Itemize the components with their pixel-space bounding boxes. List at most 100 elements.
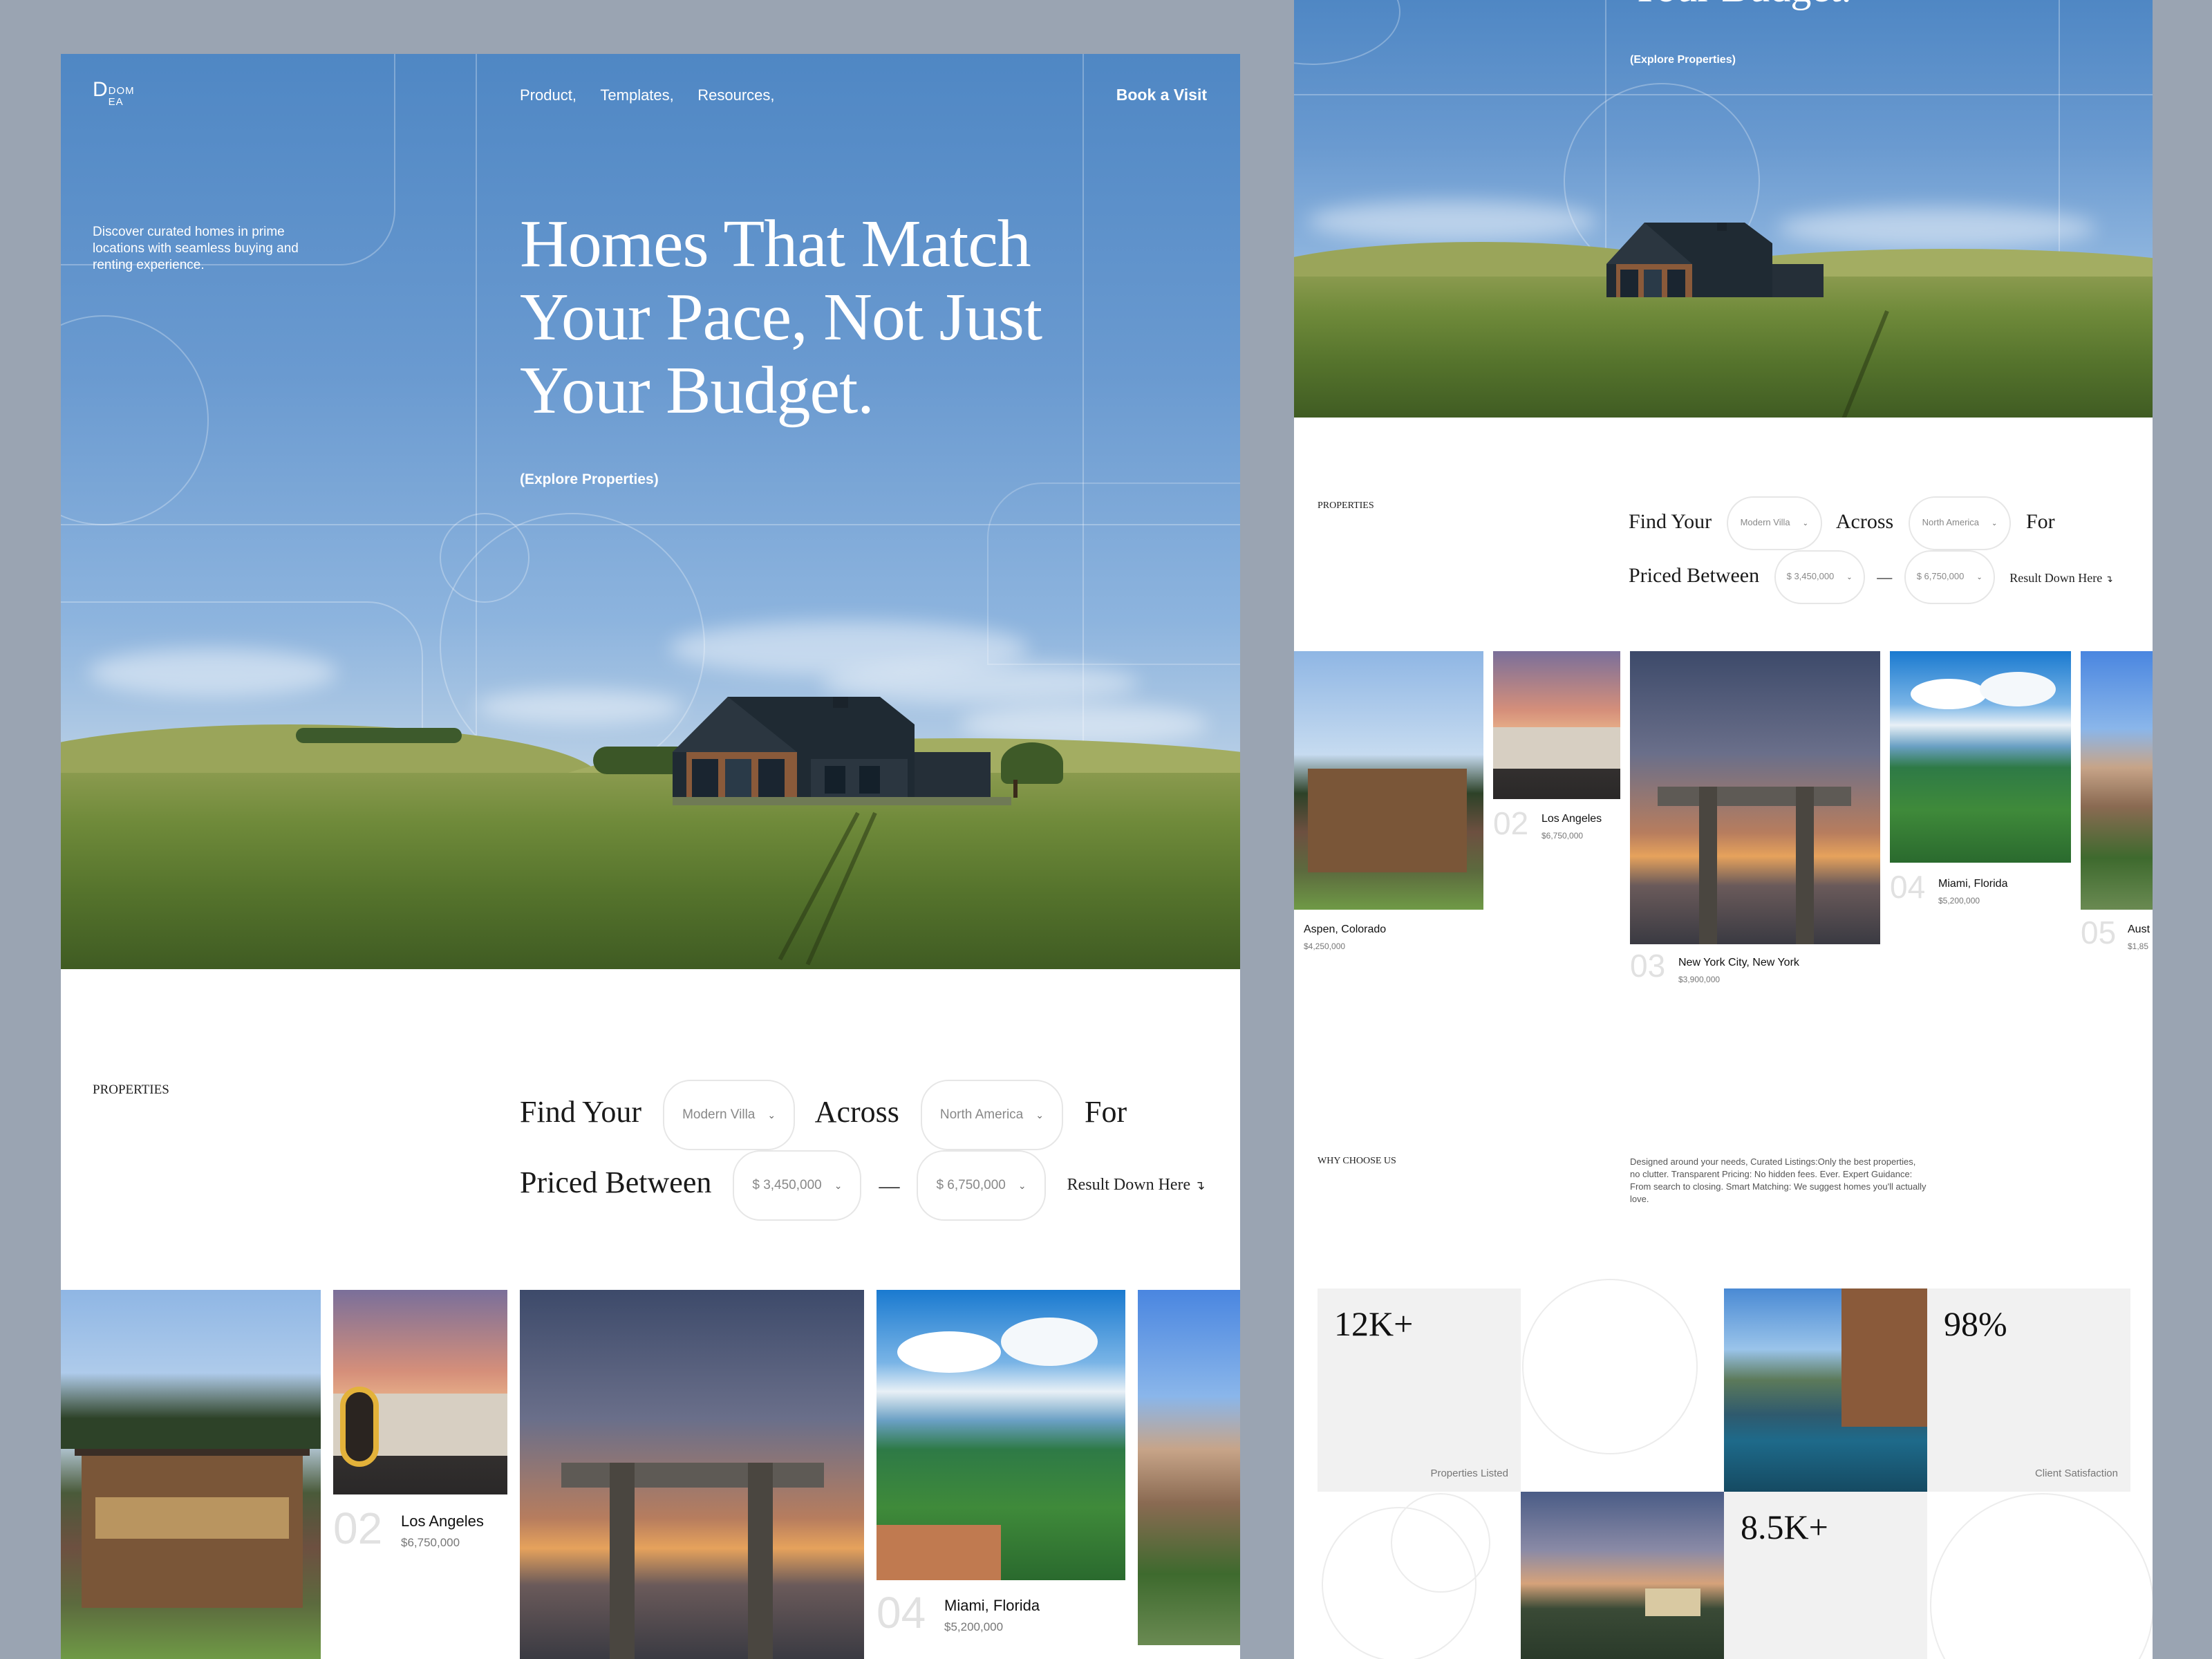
section-label-properties: PROPERTIES [1318, 500, 1374, 511]
listing-city: Los Angeles [1541, 813, 1602, 825]
brand-logo[interactable]: D DOM EA [93, 79, 135, 108]
stat-properties-listed: 12K+ Properties Listed [1318, 1288, 1521, 1492]
min-price-value: $ 3,450,000 [752, 1178, 822, 1192]
property-search-sentence: Find Your Modern Villa ⌄ Across North Ame… [1629, 496, 2140, 604]
hero-section: D DOM EA Product, Templates, Resources, … [61, 54, 1240, 969]
chevron-down-icon: ⌄ [1991, 520, 1998, 527]
listing-city: New York City, New York [1678, 957, 1799, 968]
chevron-down-icon: ⌄ [834, 1180, 843, 1191]
listing-city: Los Angeles [401, 1512, 484, 1530]
listing-price: $3,900,000 [1678, 975, 1721, 984]
section-label-why: WHY CHOOSE US [1318, 1156, 1396, 1166]
stat-value: 8.5K+ [1741, 1508, 1828, 1546]
listing-photo-austin[interactable] [1138, 1290, 1240, 1645]
main-nav: Product, Templates, Resources, [520, 86, 796, 104]
logo-text-bottom: EA [108, 96, 124, 108]
listing-number: 04 [1890, 869, 1926, 905]
stat-label: Client Satisfaction [2034, 1468, 2118, 1479]
explore-properties-link[interactable]: (Explore Properties) [520, 471, 659, 488]
listing-price: $6,750,000 [401, 1536, 460, 1549]
listing-city: Miami, Florida [944, 1597, 1040, 1614]
price-range-dash: — [879, 1174, 900, 1198]
listing-photo-aspen[interactable] [61, 1290, 321, 1659]
stat-third: 8.5K+ [1724, 1492, 1927, 1659]
listing-price: $6,750,000 [1541, 831, 1584, 841]
farmhouse-illustration [673, 697, 1011, 805]
listing-price: $5,200,000 [944, 1620, 1004, 1633]
listing-photo-miami[interactable] [1890, 651, 2071, 863]
hero-intro: Discover curated homes in prime location… [93, 225, 299, 272]
stat-value: 98% [1944, 1304, 2007, 1343]
chevron-down-icon: ⌄ [1976, 574, 1983, 581]
region-value: North America [939, 1107, 1024, 1122]
region-select[interactable]: North America ⌄ [1908, 496, 2012, 550]
stat-client-satisfaction: 98% Client Satisfaction [1927, 1288, 2130, 1492]
property-type-select[interactable]: Modern Villa ⌄ [1726, 496, 1822, 550]
result-link-label: Result Down Here [2009, 570, 2103, 585]
listing-number: 04 [877, 1588, 926, 1638]
nav-resources[interactable]: Resources, [697, 86, 774, 104]
hero-title: Homes That Match Your Pace, Not Just You… [520, 207, 1042, 427]
price-range-dash: — [1877, 568, 1893, 585]
search-text-priced: Priced Between [1629, 563, 1760, 587]
stat-label: Properties Listed [1430, 1468, 1508, 1479]
property-search-sentence: Find Your Modern Villa ⌄ Across North Ame… [520, 1080, 1211, 1221]
min-price-value: $ 3,450,000 [1786, 571, 1835, 581]
search-text-priced: Priced Between [520, 1165, 712, 1200]
listing-city: Aspen, Colorado [1304, 924, 1387, 935]
arrow-down-right-icon: ↴ [2105, 574, 2113, 585]
explore-properties-link[interactable]: (Explore Properties) [1630, 54, 1736, 66]
search-text-for: For [2025, 509, 2055, 533]
max-price-value: $ 6,750,000 [936, 1178, 1006, 1192]
result-down-here-link[interactable]: Result Down Here ↴ [2009, 571, 2112, 585]
landing-page-main: D DOM EA Product, Templates, Resources, … [61, 54, 1240, 1659]
landing-page-scrolled: Your Budget. (Explore Properties) PROPER… [1294, 0, 2153, 1659]
max-price-select[interactable]: $ 6,750,000 ⌄ [917, 1150, 1046, 1221]
property-type-value: Modern Villa [1740, 517, 1790, 527]
search-text-find: Find Your [1629, 509, 1712, 533]
listing-photo-miami[interactable] [877, 1290, 1125, 1580]
farmhouse-illustration [1606, 223, 1824, 297]
chevron-down-icon: ⌄ [1035, 1109, 1044, 1121]
stat-value: 12K+ [1334, 1304, 1414, 1343]
book-visit-button[interactable]: Book a Visit [1116, 86, 1207, 104]
listing-price: $1,85 [2128, 941, 2149, 951]
min-price-select[interactable]: $ 3,450,000 ⌄ [733, 1150, 862, 1221]
nav-templates[interactable]: Templates, [600, 86, 673, 104]
chevron-down-icon: ⌄ [1018, 1180, 1027, 1191]
max-price-select[interactable]: $ 6,750,000 ⌄ [1904, 550, 1995, 604]
listing-city: Miami, Florida [1938, 878, 2008, 890]
search-text-across: Across [814, 1095, 899, 1130]
why-description: Designed around your needs, Curated List… [1630, 1156, 1927, 1204]
listing-price: $4,250,000 [1304, 941, 1346, 951]
property-type-select[interactable]: Modern Villa ⌄ [663, 1080, 796, 1150]
chevron-down-icon: ⌄ [1846, 574, 1853, 581]
search-text-find: Find Your [520, 1095, 642, 1130]
chevron-down-icon: ⌄ [767, 1109, 776, 1121]
nav-product[interactable]: Product, [520, 86, 577, 104]
stat-photo-hillside-home [1521, 1492, 1724, 1659]
section-label-properties: PROPERTIES [93, 1082, 169, 1097]
listing-photo-austin[interactable] [2081, 651, 2153, 910]
listing-photo-new-york[interactable] [520, 1290, 864, 1659]
hero-title-line-1: Homes That Match [520, 207, 1031, 281]
listing-number: 02 [333, 1503, 383, 1553]
search-text-across: Across [1835, 509, 1894, 533]
listing-photo-los-angeles[interactable] [333, 1290, 507, 1494]
hero-title-partial: Your Budget. [1630, 0, 1852, 12]
result-down-here-link[interactable]: Result Down Here ↴ [1067, 1176, 1206, 1194]
listing-number: 03 [1630, 948, 1666, 984]
listing-number: 05 [2081, 915, 2117, 950]
result-link-label: Result Down Here [1067, 1176, 1191, 1194]
listing-photo-aspen[interactable] [1294, 651, 1483, 910]
hero-title-line-3: Your Budget. [520, 353, 874, 428]
listing-photo-los-angeles[interactable] [1493, 651, 1620, 799]
search-text-for: For [1084, 1095, 1127, 1130]
max-price-value: $ 6,750,000 [1916, 571, 1965, 581]
logo-text-top: DOM [108, 85, 135, 97]
region-select[interactable]: North America ⌄ [920, 1080, 1063, 1150]
min-price-select[interactable]: $ 3,450,000 ⌄ [1774, 550, 1865, 604]
stat-photo-infinity-pool [1724, 1288, 1927, 1492]
region-value: North America [1922, 517, 1980, 527]
listing-photo-new-york[interactable] [1630, 651, 1880, 944]
